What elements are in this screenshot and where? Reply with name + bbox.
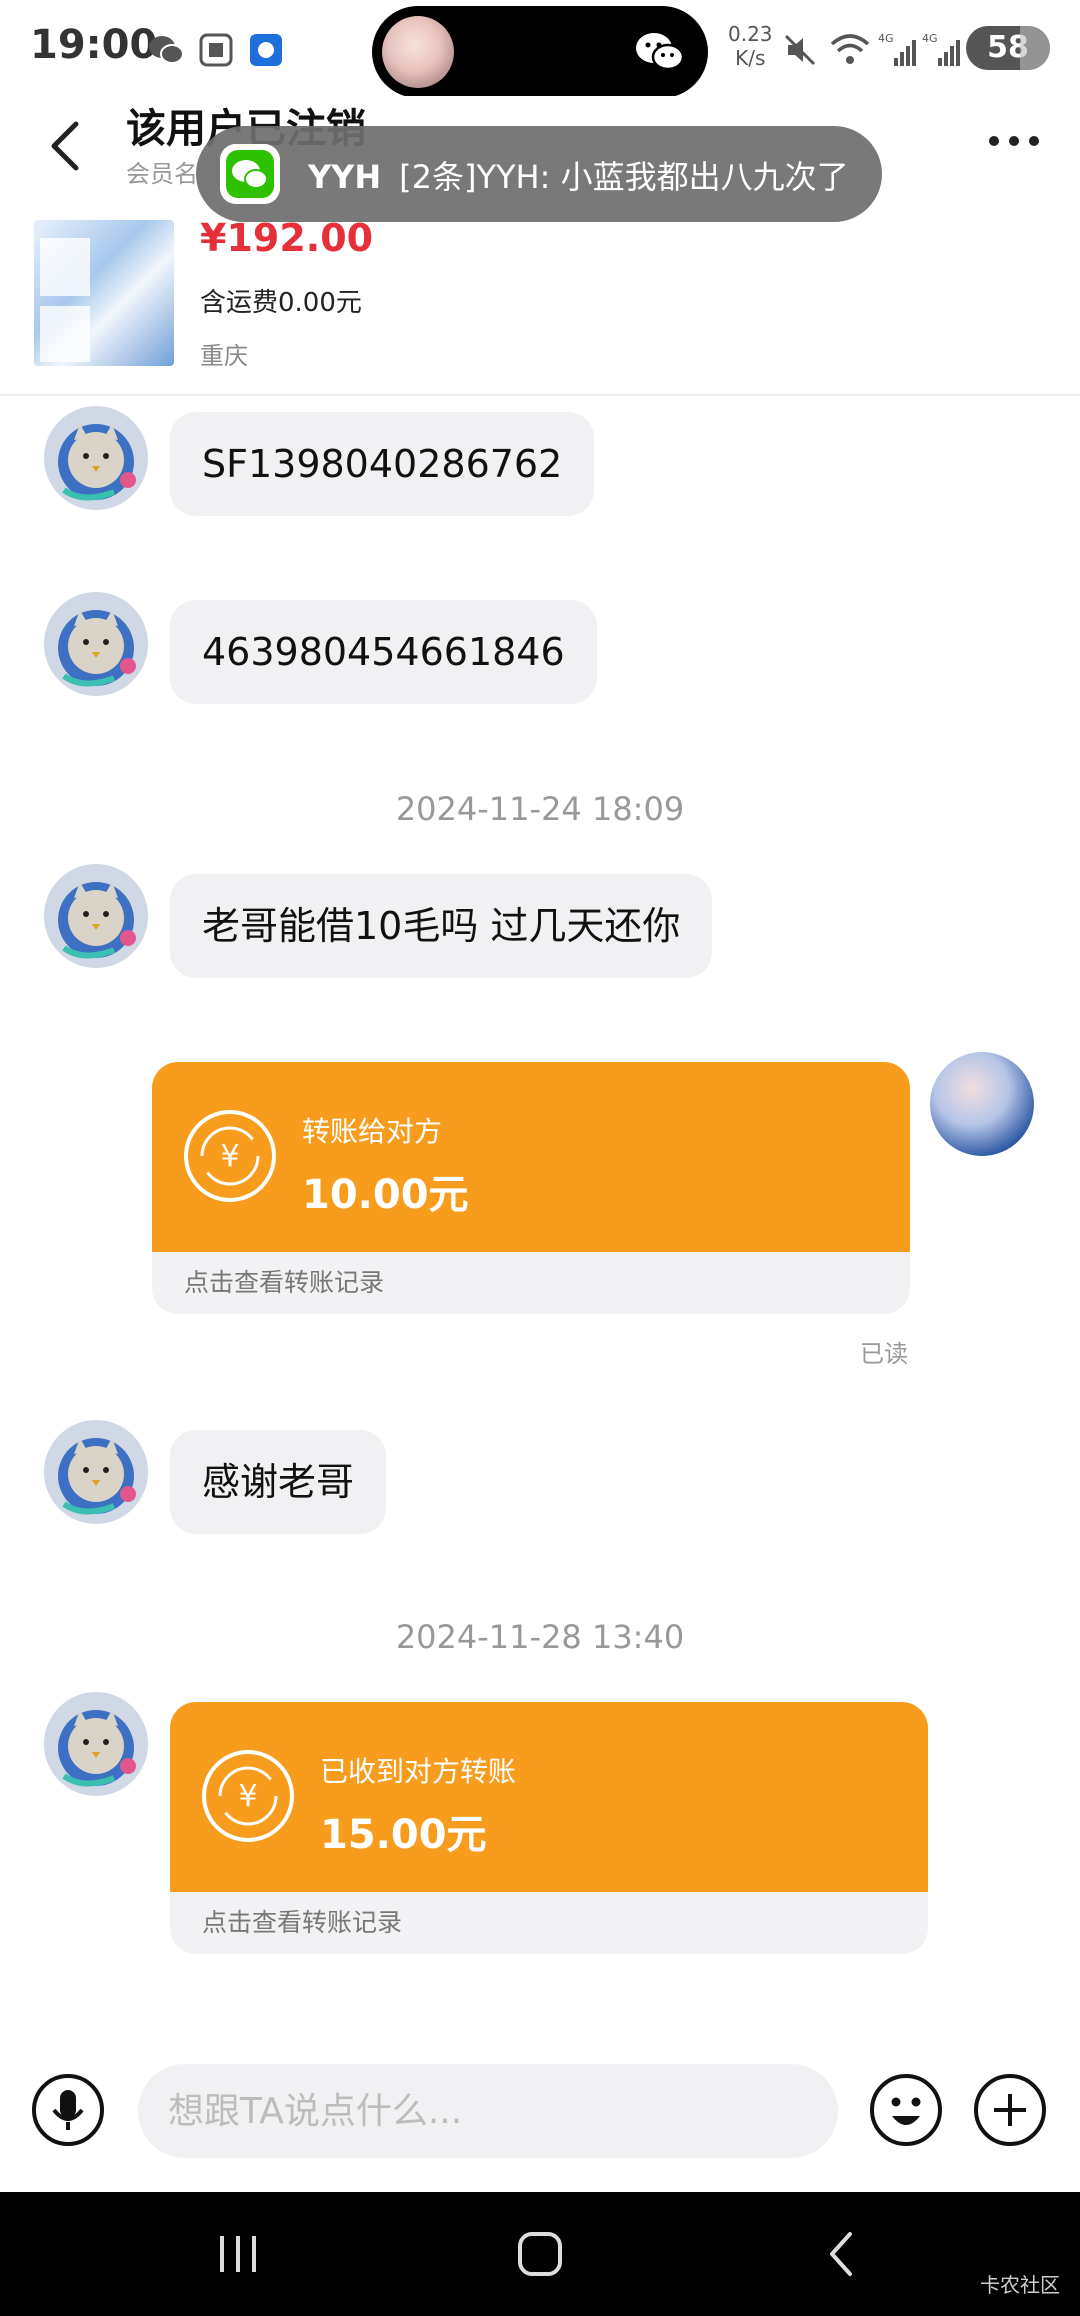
message-bubble[interactable]: 老哥能借10毛吗 过几天还你 [170, 874, 713, 978]
avatar[interactable] [44, 1692, 148, 1796]
avatar[interactable] [44, 864, 148, 968]
wifi-icon [828, 30, 870, 70]
more-options-button[interactable] [984, 126, 1044, 156]
product-image[interactable] [34, 220, 174, 366]
network-speed: 0.23 K/s [728, 22, 773, 70]
input-bar [0, 2036, 1080, 2192]
mute-icon [780, 30, 820, 70]
transfer-card-body: ¥ 已收到对方转账 15.00元 [170, 1702, 928, 1892]
wechat-icon [634, 28, 686, 80]
product-price: ¥192.00 [200, 216, 374, 260]
home-button[interactable] [510, 2226, 570, 2282]
transfer-card-sent[interactable]: ¥ 转账给对方 10.00元 点击查看转账记录 [152, 1062, 910, 1314]
transfer-record-link[interactable]: 点击查看转账记录 [152, 1252, 910, 1314]
notification-sender: YYH [308, 158, 382, 196]
message-bubble[interactable]: SF1398040286762 [170, 412, 595, 516]
transfer-record-link[interactable]: 点击查看转账记录 [170, 1892, 928, 1954]
svg-text:4G: 4G [878, 32, 894, 45]
transfer-yuan-icon: ¥ [200, 1748, 296, 1844]
notification-banner[interactable]: YYH [2条]YYH: 小蓝我都出八九次了 [196, 126, 882, 222]
voice-input-button[interactable] [30, 2072, 106, 2148]
watermark: 卡农社区 [980, 2273, 1060, 2297]
product-shipping: 含运费0.00元 [200, 288, 362, 318]
avatar[interactable] [44, 592, 148, 696]
transfer-card-received[interactable]: ¥ 已收到对方转账 15.00元 点击查看转账记录 [170, 1702, 928, 1954]
dynamic-island[interactable] [372, 6, 708, 98]
read-status: 已读 [860, 1340, 908, 1368]
transfer-label: 转账给对方 [302, 1115, 443, 1148]
notification-text: YYH [2条]YYH: 小蓝我都出八九次了 [308, 152, 849, 198]
island-avatar [382, 16, 454, 88]
avatar[interactable] [44, 406, 148, 510]
svg-text:4G: 4G [922, 32, 938, 45]
avatar[interactable] [930, 1052, 1034, 1156]
message-timestamp: 2024-11-28 13:40 [395, 1618, 685, 1656]
signal-4g-icon: 4G [922, 30, 962, 70]
page-subtitle: 会员名 [126, 160, 198, 188]
transfer-card-body: ¥ 转账给对方 10.00元 [152, 1062, 910, 1252]
recent-apps-button[interactable] [208, 2226, 268, 2282]
status-bar: 19:00 0.23 K/s 4G 4G 58 [0, 0, 1080, 98]
product-location: 重庆 [200, 342, 248, 370]
system-navigation-bar: 卡农社区 [0, 2192, 1080, 2316]
scan-icon [196, 30, 236, 70]
transfer-yuan-icon: ¥ [182, 1108, 278, 1204]
add-attachment-button[interactable] [972, 2072, 1048, 2148]
notification-message: [2条]YYH: 小蓝我都出八九次了 [399, 158, 849, 196]
back-button[interactable] [40, 106, 96, 186]
status-time: 19:00 [30, 22, 158, 68]
message-timestamp: 2024-11-24 18:09 [395, 790, 685, 828]
back-nav-button[interactable] [812, 2226, 872, 2282]
svg-text:¥: ¥ [238, 1779, 257, 1814]
transfer-amount: 10.00元 [302, 1172, 469, 1218]
signal-4g-icon: 4G [878, 30, 918, 70]
message-input[interactable] [138, 2064, 838, 2158]
transfer-amount: 15.00元 [320, 1812, 487, 1858]
svg-text:¥: ¥ [220, 1139, 239, 1174]
message-bubble[interactable]: 463980454661846 [170, 600, 597, 704]
battery-indicator: 58 [966, 26, 1050, 70]
wechat-icon [146, 30, 186, 70]
transfer-label: 已收到对方转账 [320, 1755, 517, 1788]
emoji-button[interactable] [868, 2072, 944, 2148]
network-speed-unit: K/s [735, 46, 766, 70]
message-bubble[interactable]: 感谢老哥 [170, 1430, 387, 1534]
app-icon [246, 30, 286, 70]
avatar[interactable] [44, 1420, 148, 1524]
wechat-icon [220, 144, 280, 204]
network-speed-value: 0.23 [728, 22, 773, 46]
